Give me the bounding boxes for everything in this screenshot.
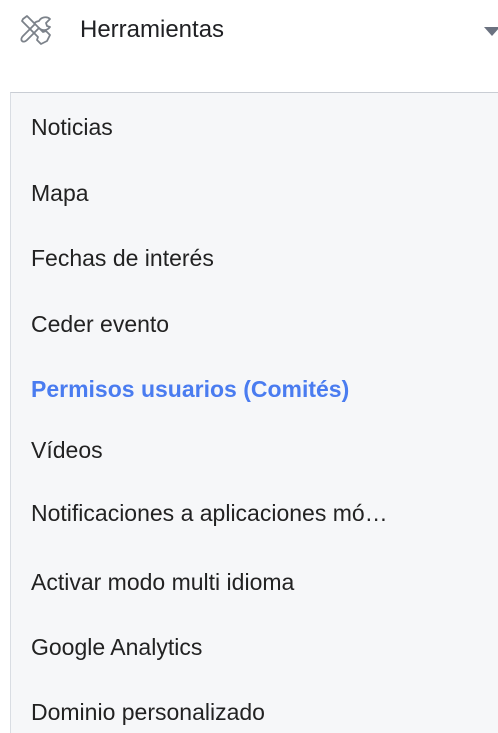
header-title: Herramientas	[80, 16, 225, 43]
menu-item-dominio-personalizado[interactable]: Dominio personalizado	[31, 695, 495, 729]
menu-item-videos[interactable]: Vídeos	[31, 433, 495, 467]
menu-item-permisos-usuarios[interactable]: Permisos usuarios (Comités)	[31, 372, 495, 406]
menu-item-google-analytics[interactable]: Google Analytics	[31, 630, 495, 664]
menu-item-noticias[interactable]: Noticias	[31, 110, 495, 144]
menu-item-mapa[interactable]: Mapa	[31, 176, 495, 210]
caret-down-icon[interactable]	[484, 27, 498, 36]
dropdown-panel: Noticias Mapa Fechas de interés Ceder ev…	[10, 92, 498, 733]
menu-item-activar-modo-multi-idioma[interactable]: Activar modo multi idioma	[31, 565, 495, 599]
menu-item-fechas-de-interes[interactable]: Fechas de interés	[31, 241, 495, 275]
menu-item-ceder-evento[interactable]: Ceder evento	[31, 307, 495, 341]
tools-icon	[19, 13, 53, 47]
menu-item-notificaciones[interactable]: Notificaciones a aplicaciones mó…	[31, 496, 495, 530]
tools-menu-header[interactable]: Herramientas	[0, 0, 498, 62]
